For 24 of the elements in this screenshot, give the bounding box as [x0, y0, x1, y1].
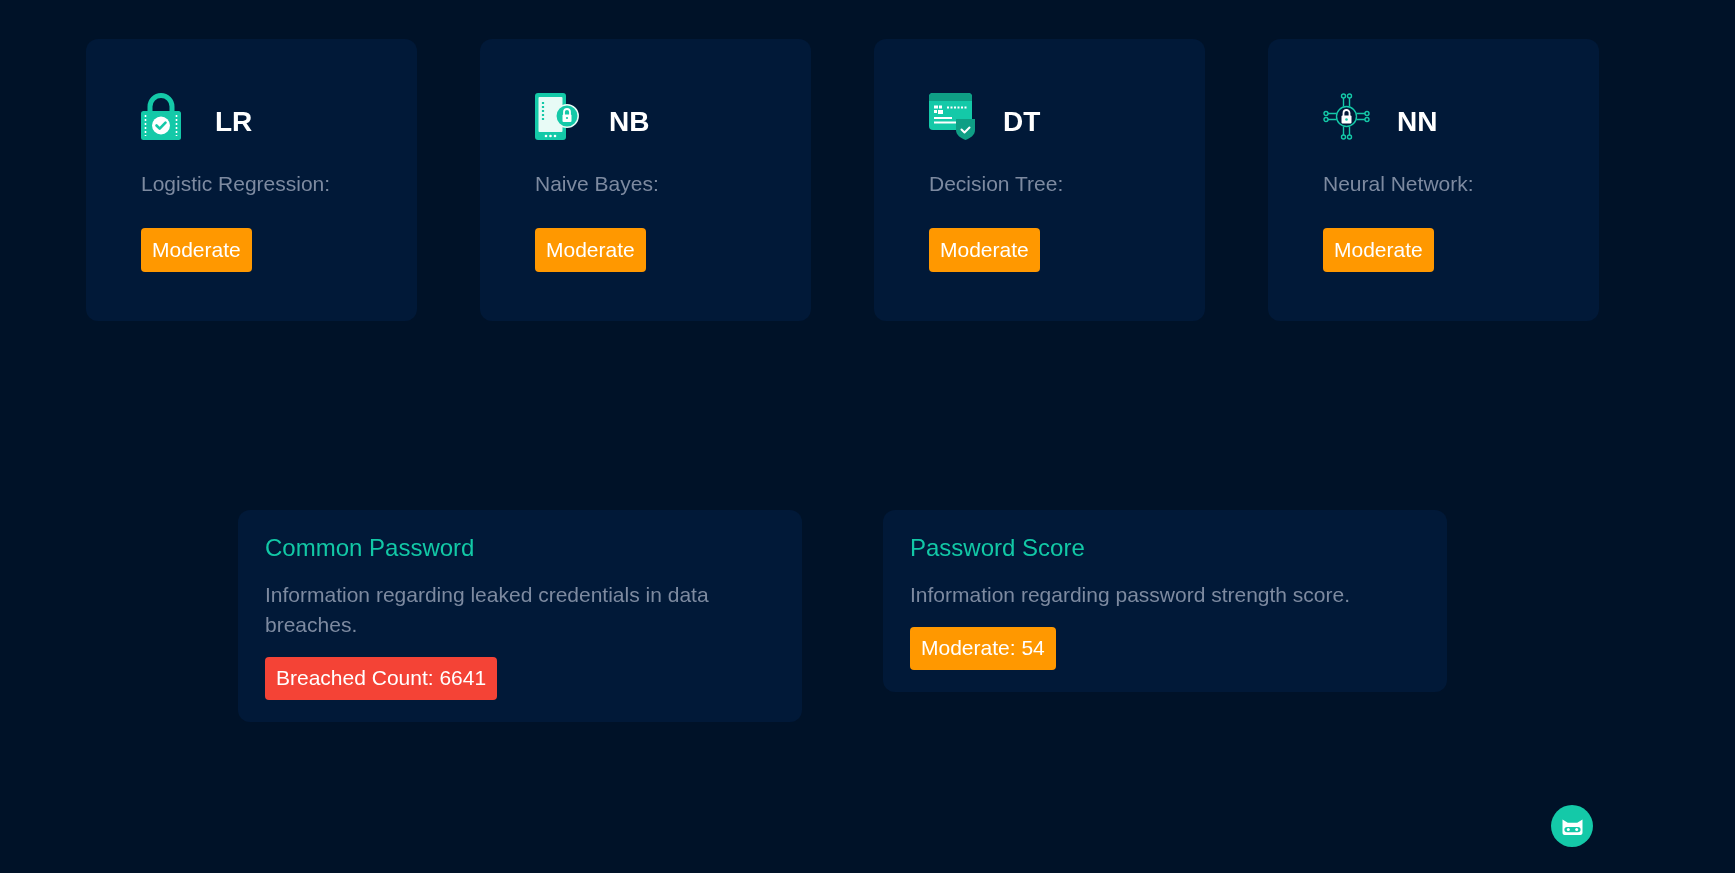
model-abbreviation: LR — [215, 104, 253, 138]
model-name: Decision Tree: — [929, 171, 1064, 197]
floating-action-button[interactable] — [1551, 805, 1593, 847]
model-name: Neural Network: — [1323, 171, 1474, 197]
card-shield-icon — [929, 93, 976, 140]
card-title: Password Score — [910, 533, 1085, 562]
rating-badge: Moderate — [141, 228, 252, 272]
card-description: Information regarding password strength score. — [910, 582, 1351, 608]
circuit-padlock-icon — [1323, 93, 1370, 140]
status-badge: Breached Count: 6641 — [265, 657, 498, 700]
card-description: Information regarding leaked credentials in data breaches. — [265, 582, 710, 638]
padlock-check-icon — [141, 93, 181, 140]
model-name: Naive Bayes: — [535, 171, 659, 197]
model-abbreviation: NN — [1397, 104, 1438, 138]
rating-badge: Moderate — [1323, 228, 1434, 272]
phone-padlock-icon — [535, 93, 579, 140]
rating-badge: Moderate — [929, 228, 1040, 272]
cat-face-icon — [1561, 817, 1583, 835]
rating-badge: Moderate — [535, 228, 646, 272]
model-abbreviation: NB — [609, 104, 650, 138]
status-badge: Moderate: 54 — [910, 627, 1056, 670]
model-name: Logistic Regression: — [141, 171, 331, 197]
card-title: Common Password — [265, 533, 475, 562]
model-abbreviation: DT — [1003, 104, 1041, 138]
